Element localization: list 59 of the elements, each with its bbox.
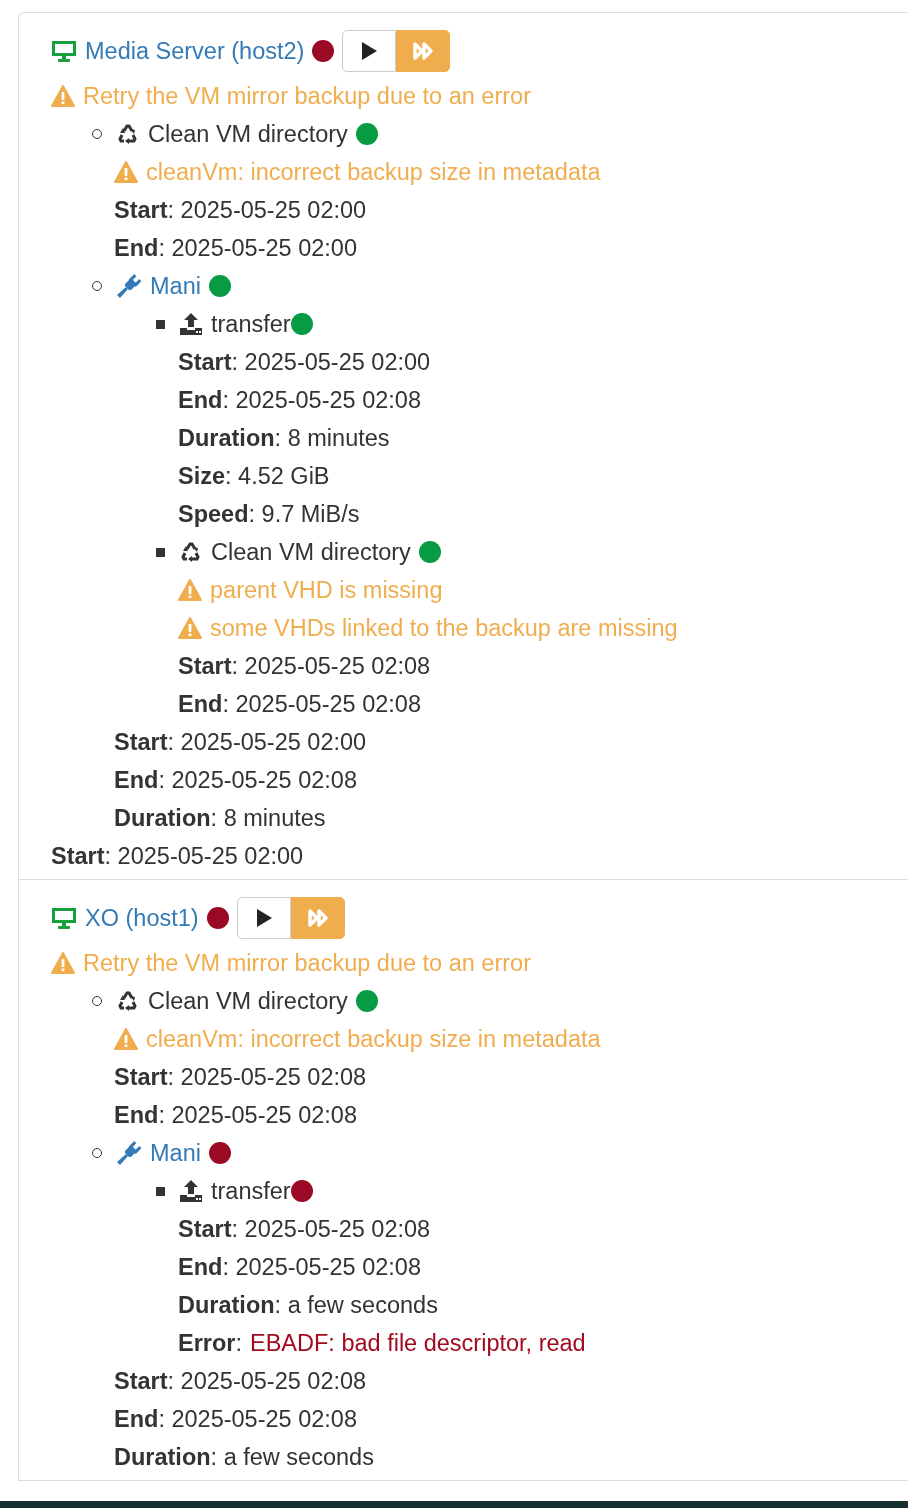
field-text: Start: 2025-05-25 02:08	[178, 1215, 431, 1244]
fast-forward-icon	[306, 908, 329, 928]
field-text: Start: 2025-05-25 02:00	[114, 196, 367, 225]
play-icon	[360, 41, 379, 61]
task-title: transfer	[211, 310, 291, 339]
field-text: Duration: 8 minutes	[178, 424, 390, 453]
warning-message: parent VHD is missing	[210, 576, 443, 605]
field-text: Start: 2025-05-25 02:08	[114, 1367, 367, 1396]
upload-icon	[179, 312, 203, 336]
remote-link[interactable]: Mani	[150, 267, 201, 305]
warning-message: some VHDs linked to the backup are missing	[210, 614, 678, 643]
upload-icon	[179, 1179, 203, 1203]
error-message: EBADF: bad file descriptor, read	[250, 1329, 586, 1358]
field-text: Duration: a few seconds	[178, 1291, 438, 1320]
warning-icon	[114, 1028, 138, 1050]
warning-icon	[51, 85, 75, 107]
field-text: Start: 2025-05-25 02:00	[51, 842, 304, 871]
field-text: Start: 2025-05-25 02:00	[178, 348, 431, 377]
bullet-icon	[156, 1186, 165, 1196]
play-icon	[254, 908, 273, 928]
task-title: Clean VM directory	[211, 538, 411, 567]
warning-message: Retry the VM mirror backup due to an error	[83, 949, 531, 978]
field-text: Start: 2025-05-25 02:08	[178, 652, 431, 681]
field-text: End: 2025-05-25 02:08	[114, 766, 357, 795]
task-title: transfer	[211, 1177, 291, 1206]
plug-icon	[116, 1140, 142, 1166]
field-text: Size: 4.52 GiB	[178, 462, 330, 491]
warning-icon	[51, 952, 75, 974]
play-button[interactable]	[236, 897, 291, 939]
bullet-icon	[156, 547, 165, 557]
warning-icon	[178, 617, 202, 639]
field-text: Duration: a few seconds	[114, 1443, 374, 1472]
field-text: End: 2025-05-25 02:08	[178, 1253, 421, 1282]
warning-icon	[178, 579, 202, 601]
vm-link[interactable]: Media Server (host2)	[85, 32, 305, 70]
field-text: End: 2025-05-25 02:08	[178, 690, 421, 719]
task-title: Clean VM directory	[148, 987, 348, 1016]
monitor-icon	[51, 906, 77, 930]
field-text: End: 2025-05-25 02:08	[178, 386, 421, 415]
field-text: End: 2025-05-25 02:08	[114, 1101, 357, 1130]
field-text: Speed: 9.7 MiB/s	[178, 500, 360, 529]
warning-message: Retry the VM mirror backup due to an error	[83, 82, 531, 111]
task-title: Clean VM directory	[148, 120, 348, 149]
vm-link[interactable]: XO (host1)	[85, 899, 199, 937]
warning-icon	[114, 161, 138, 183]
play-button[interactable]	[342, 30, 397, 72]
monitor-icon	[51, 39, 77, 63]
bullet-icon	[156, 319, 165, 329]
field-label: Error:	[178, 1329, 242, 1358]
field-text: Duration: 8 minutes	[114, 804, 326, 833]
warning-message: cleanVm: incorrect backup size in metadata	[146, 158, 601, 187]
warning-message: cleanVm: incorrect backup size in metadata	[146, 1025, 601, 1054]
field-text: End: 2025-05-25 02:08	[114, 1405, 357, 1434]
remote-link[interactable]: Mani	[150, 1134, 201, 1172]
plug-icon	[116, 273, 142, 299]
field-text: Start: 2025-05-25 02:00	[114, 728, 367, 757]
field-text: Start: 2025-05-25 02:08	[114, 1063, 367, 1092]
field-text: End: 2025-05-25 02:00	[114, 234, 357, 263]
fast-forward-icon	[412, 41, 435, 61]
